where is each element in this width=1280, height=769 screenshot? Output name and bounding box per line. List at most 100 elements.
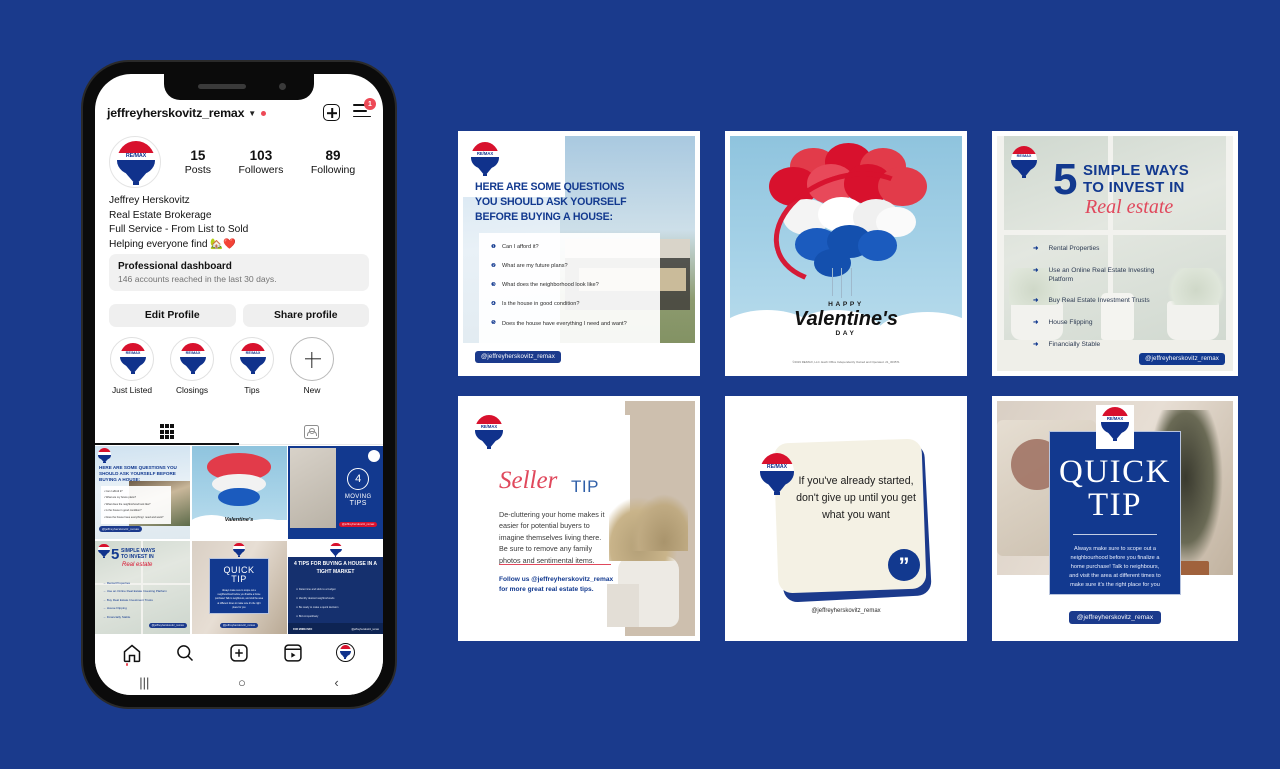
- share-profile-button[interactable]: Share profile: [242, 304, 369, 327]
- card-headline: HERE ARE SOME QUESTIONS YOU SHOULD ASK Y…: [475, 180, 685, 225]
- avatar[interactable]: RE/MAX: [109, 136, 161, 188]
- highlight-label: New: [303, 385, 321, 395]
- grid-post-title: HERE ARE SOME QUESTIONS YOU SHOULD ASK Y…: [99, 465, 177, 482]
- seller-tip-body: De-cluttering your home makes it easier …: [499, 510, 605, 565]
- profile-bio: Jeffrey Herskovitz Real Estate Brokerage…: [109, 194, 369, 252]
- quick-tip-title-2: TIP: [1087, 487, 1142, 523]
- highlight-tips[interactable]: RE/MAX Tips: [229, 337, 275, 395]
- question-item: Is the house in good condition?: [502, 301, 580, 307]
- seller-cta-2: for more great real estate tips.: [499, 586, 594, 593]
- remax-logo: RE/MAX: [1101, 407, 1129, 441]
- valentines-greeting-small: HAPPY: [828, 301, 864, 308]
- grid-post-five-ways[interactable]: 5 SIMPLE WAYS TO INVEST IN Real estate → …: [95, 540, 190, 634]
- add-post-button[interactable]: [323, 104, 341, 122]
- home-button[interactable]: ○: [238, 675, 246, 690]
- home-icon[interactable]: [122, 643, 142, 666]
- highlight-cover: RE/MAX: [110, 337, 154, 381]
- edit-profile-button[interactable]: Edit Profile: [109, 304, 236, 327]
- chevron-down-icon[interactable]: ▼: [248, 109, 256, 118]
- followers-label: Followers: [238, 164, 284, 176]
- post-card-quick-tip[interactable]: RE/MAX QUICK TIP Always make sure to sco…: [992, 396, 1238, 641]
- five-item: Use an Online Real Estate Investing Plat…: [1048, 267, 1155, 283]
- arrow-icon: ➜: [1033, 267, 1039, 274]
- stat-followers[interactable]: 103 Followers: [238, 148, 283, 176]
- profile-username[interactable]: jeffreyherskovitz_remax: [107, 106, 244, 120]
- social-post-gallery: RE/MAX HERE ARE SOME QUESTIONS YOU SHOUL…: [458, 131, 1238, 646]
- following-label: Following: [310, 164, 356, 176]
- grid-post-moving-tips[interactable]: 4 MOVING TIPS @jeffreyherskovitz_remax: [288, 446, 383, 539]
- back-button[interactable]: ‹: [334, 675, 338, 690]
- grid-post-quick-tip[interactable]: QUICK TIP Always make sure to scope out …: [191, 540, 287, 634]
- recents-button[interactable]: |||: [139, 675, 149, 690]
- grid-post-questions[interactable]: HERE ARE SOME QUESTIONS YOU SHOULD ASK Y…: [95, 446, 190, 539]
- headline-line-2: YOU SHOULD ASK YOURSELF: [475, 196, 627, 208]
- card-handle: @jeffreyherskovitz_remax: [811, 608, 881, 614]
- reels-icon[interactable]: [283, 643, 303, 663]
- tagged-person-icon: [303, 424, 319, 439]
- earpiece-speaker: [198, 84, 246, 89]
- grid-post-valentines[interactable]: Valentine's: [191, 446, 287, 539]
- grid-post-handle: @jeffreyherskovitz_remax: [148, 622, 187, 628]
- remax-logo-text: RE/MAX: [245, 351, 261, 355]
- post-card-valentines[interactable]: HAPPY Valentine's DAY ©2019 RE/MAX, LLC.…: [725, 131, 967, 376]
- home-notification-dot: [125, 663, 129, 666]
- search-icon[interactable]: [175, 643, 195, 663]
- highlight-closings[interactable]: RE/MAX Closings: [169, 337, 215, 395]
- headline-line-3: BEFORE BUYING A HOUSE:: [475, 211, 613, 223]
- plus-icon: [290, 337, 334, 381]
- bullet-icon: ❷: [491, 263, 497, 269]
- headline-line-1: HERE ARE SOME QUESTIONS: [475, 181, 625, 193]
- valentines-greeting-sub: DAY: [835, 330, 857, 337]
- seller-tip-title: TIP: [571, 477, 599, 496]
- professional-dashboard-card[interactable]: Professional dashboard 146 accounts reac…: [109, 254, 369, 291]
- bullet-icon: ❶: [491, 244, 497, 250]
- plus-box-icon: [323, 104, 340, 121]
- quick-tip-body: Always make sure to scope out a neighbou…: [1069, 546, 1161, 588]
- grid-post-handle: @jeffreyherskovitz_remax: [99, 526, 143, 532]
- five-item: Buy Real Estate Investment Trusts: [1048, 297, 1150, 304]
- highlight-label: Closings: [175, 385, 209, 395]
- remax-logo: RE/MAX: [475, 415, 503, 449]
- profile-avatar[interactable]: [336, 643, 356, 663]
- grid-post-title: Valentine's: [224, 517, 254, 523]
- bio-line-3: Helping everyone find 🏡❤️: [109, 238, 236, 250]
- quote-mark-icon: ”: [888, 549, 920, 581]
- arrow-icon: ➜: [1033, 297, 1039, 304]
- create-icon[interactable]: [229, 643, 249, 663]
- remax-logo-text: RE/MAX: [1106, 416, 1124, 421]
- followers-count: 103: [249, 148, 273, 163]
- post-card-questions[interactable]: RE/MAX HERE ARE SOME QUESTIONS YOU SHOUL…: [458, 131, 700, 376]
- bio-line-name: Jeffrey Herskovitz: [109, 195, 190, 206]
- post-card-five-ways[interactable]: RE/MAX 5 SIMPLE WAYS TO INVEST IN Real e…: [992, 131, 1238, 376]
- post-card-seller-tip[interactable]: RE/MAX Seller TIP De-cluttering your hom…: [458, 396, 700, 641]
- bio-line-2: Full Service - From List to Sold: [109, 224, 249, 235]
- hamburger-menu-button[interactable]: 1: [353, 98, 376, 122]
- grid-post-bullets: ⊙ Determine and stick to a budget ⊙ Ident…: [296, 587, 339, 618]
- quote-text: If you've already started, don't give up…: [796, 475, 916, 521]
- phone-notch: [164, 74, 314, 100]
- five-line-2: TO INVEST IN: [1083, 179, 1185, 196]
- tab-grid[interactable]: [95, 419, 239, 445]
- highlight-new[interactable]: New: [289, 337, 335, 395]
- highlight-cover: RE/MAX: [170, 337, 214, 381]
- grid-icon: [159, 424, 175, 439]
- dashboard-subtitle: 146 accounts reached in the last 30 days…: [118, 274, 277, 284]
- five-item: Financially Stable: [1048, 341, 1101, 348]
- stat-posts[interactable]: 15 Posts: [185, 148, 211, 176]
- stat-following[interactable]: 89 Following: [311, 148, 355, 176]
- five-item: House Flipping: [1048, 319, 1093, 326]
- arrow-icon: ➜: [1033, 319, 1039, 326]
- seller-cta-1: Follow us @jeffreyherskovitz_remax: [499, 576, 614, 583]
- remax-logo: RE/MAX: [1011, 146, 1037, 178]
- question-item: Can I afford it?: [502, 244, 539, 250]
- five-line-1: SIMPLE WAYS: [1083, 162, 1190, 179]
- remax-logo-text: RE/MAX: [480, 424, 498, 429]
- grid-post-handle: @jeffreyherskovitz_remax: [339, 522, 378, 527]
- grid-post-tight-market[interactable]: 4 TIPS FOR BUYING A HOUSE IN A TIGHT MAR…: [288, 540, 383, 634]
- highlight-just-listed[interactable]: RE/MAX Just Listed: [109, 337, 155, 395]
- quick-tip-panel: QUICK TIP Always make sure to scope out …: [1048, 431, 1182, 595]
- post-card-quote[interactable]: RE/MAX If you've already started, don't …: [725, 396, 967, 641]
- phone-screen: jeffreyherskovitz_remax ▼ 1 RE/MAX 15 Po…: [95, 74, 383, 695]
- tab-tagged[interactable]: [239, 419, 383, 444]
- posts-count: 15: [190, 148, 206, 163]
